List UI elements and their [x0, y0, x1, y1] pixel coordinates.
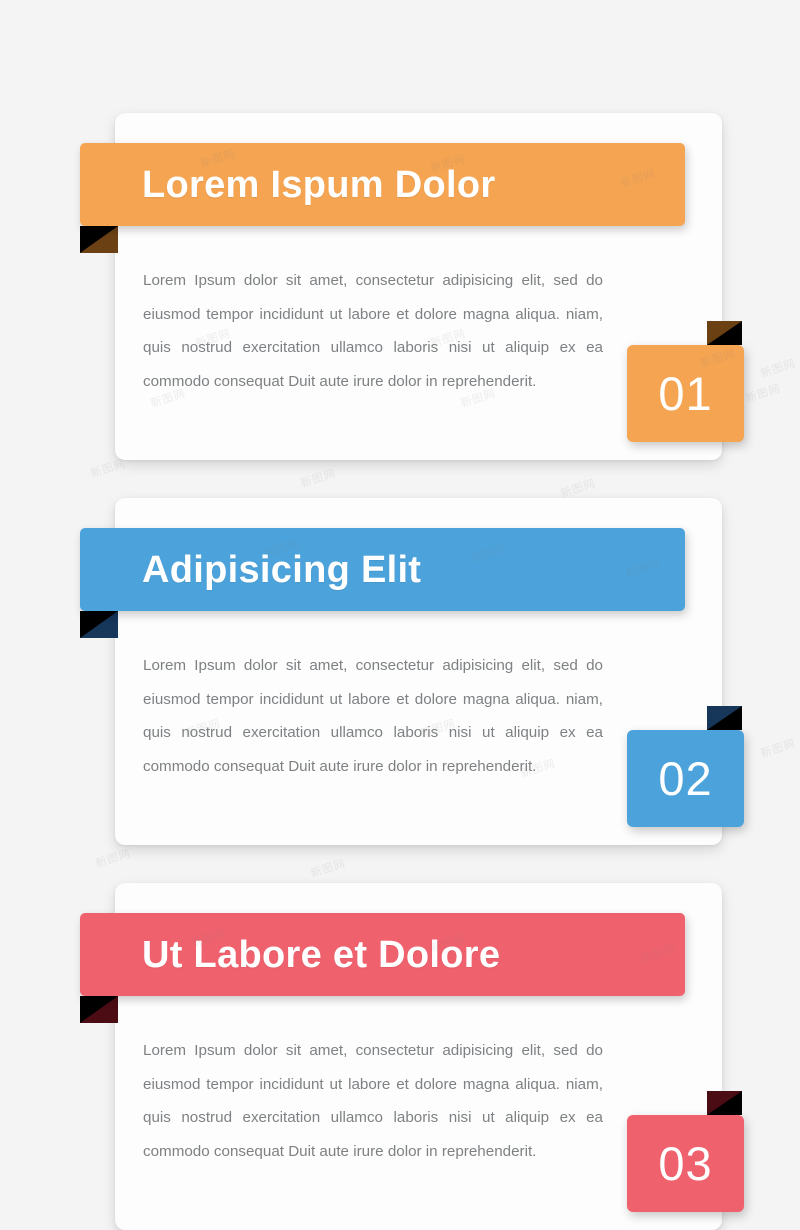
watermark-text: 新图网	[744, 381, 783, 406]
ribbon-fold-icon-02	[80, 611, 118, 638]
section-title-02: Adipisicing Elit	[142, 548, 422, 591]
watermark-text: 新图网	[94, 846, 133, 871]
ribbon-fold-icon-03	[80, 996, 118, 1023]
section-title-01: Lorem Ispum Dolor	[142, 163, 496, 206]
section-badge-03[interactable]: 03	[627, 1115, 744, 1212]
section-number-03: 03	[658, 1137, 713, 1190]
badge-fold-icon-03	[707, 1091, 742, 1115]
section-number-01: 01	[658, 367, 713, 420]
section-body-03: Lorem Ipsum dolor sit amet, consectetur …	[143, 1042, 603, 1160]
section-ribbon-01[interactable]: Lorem Ispum Dolor	[80, 143, 685, 226]
section-ribbon-02[interactable]: Adipisicing Elit	[80, 528, 685, 611]
section-body-02: Lorem Ipsum dolor sit amet, consectetur …	[143, 657, 603, 775]
watermark-text: 新图网	[299, 466, 338, 491]
section-body-01: Lorem Ipsum dolor sit amet, consectetur …	[143, 272, 603, 390]
infographic-stage: Lorem Ispum Dolor Lorem Ipsum dolor sit …	[0, 0, 800, 1230]
section-badge-02[interactable]: 02	[627, 730, 744, 827]
badge-fold-icon-01	[707, 321, 742, 345]
ribbon-fold-icon-01	[80, 226, 118, 253]
section-number-02: 02	[658, 752, 713, 805]
watermark-text: 新图网	[759, 736, 798, 761]
watermark-text: 新图网	[759, 356, 798, 381]
section-badge-01[interactable]: 01	[627, 345, 744, 442]
section-title-03: Ut Labore et Dolore	[142, 933, 501, 976]
watermark-text: 新图网	[309, 856, 348, 881]
section-ribbon-03[interactable]: Ut Labore et Dolore	[80, 913, 685, 996]
badge-fold-icon-02	[707, 706, 742, 730]
